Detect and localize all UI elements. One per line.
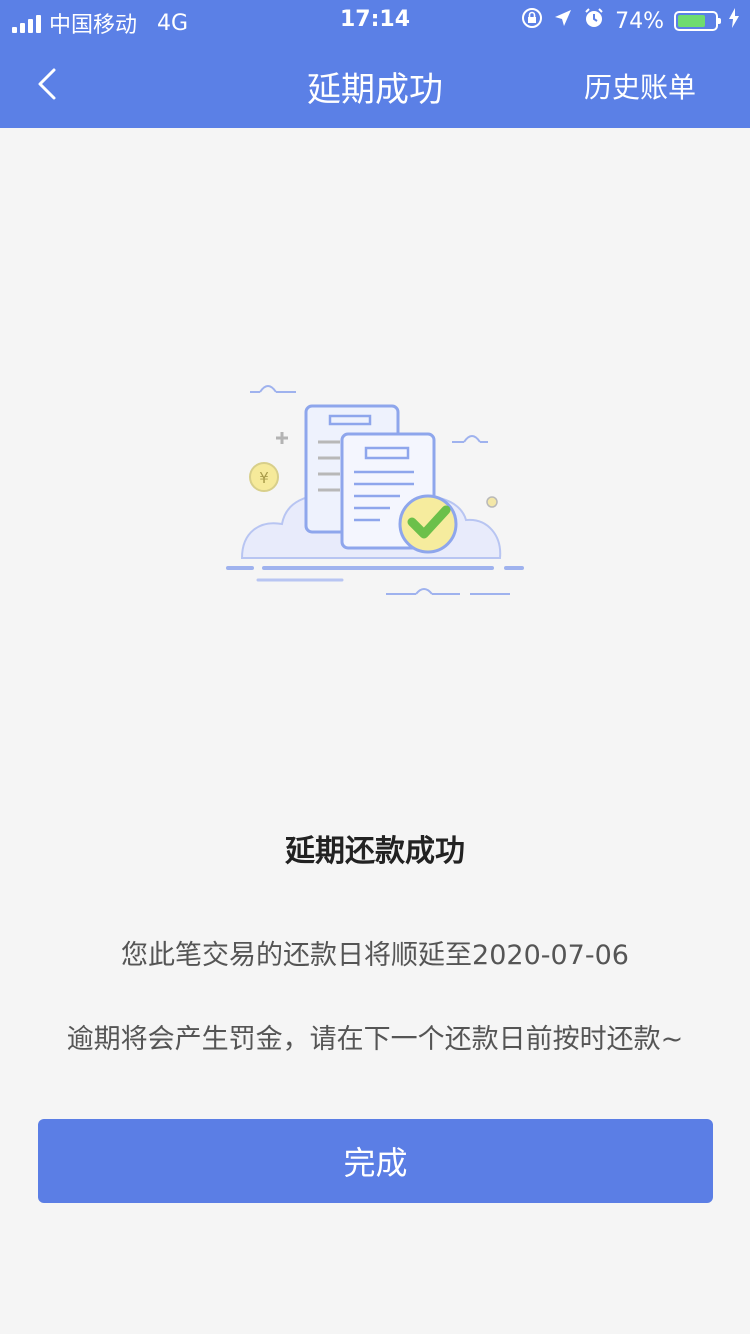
back-button[interactable]: [22, 56, 78, 112]
battery-fill: [678, 15, 705, 27]
charging-icon: [728, 8, 740, 34]
location-icon: [553, 8, 573, 34]
document-success-icon: ¥: [226, 385, 524, 595]
svg-text:¥: ¥: [259, 469, 269, 487]
alarm-icon: [583, 7, 605, 35]
battery-percent: 74%: [615, 8, 664, 34]
done-button[interactable]: 完成: [38, 1119, 713, 1203]
battery-icon: [674, 11, 721, 31]
status-right: 74%: [521, 7, 740, 35]
success-illustration: ¥: [220, 372, 530, 602]
rotation-lock-icon: [521, 7, 543, 35]
extension-date-message: 您此笔交易的还款日将顺延至2020-07-06: [121, 940, 629, 971]
nav-bar: 延期成功 历史账单: [0, 40, 750, 128]
history-bill-link[interactable]: 历史账单: [584, 66, 696, 106]
penalty-warning-message: 逾期将会产生罚金，请在下一个还款日前按时还款~: [66, 1024, 684, 1055]
top-bar: 中国移动 4G 17:14 74% 延期成功 历史账单: [0, 0, 750, 128]
chevron-left-icon: [38, 68, 56, 100]
result-title: 延期还款成功: [285, 834, 465, 869]
status-bar: 中国移动 4G 17:14 74%: [0, 0, 750, 40]
